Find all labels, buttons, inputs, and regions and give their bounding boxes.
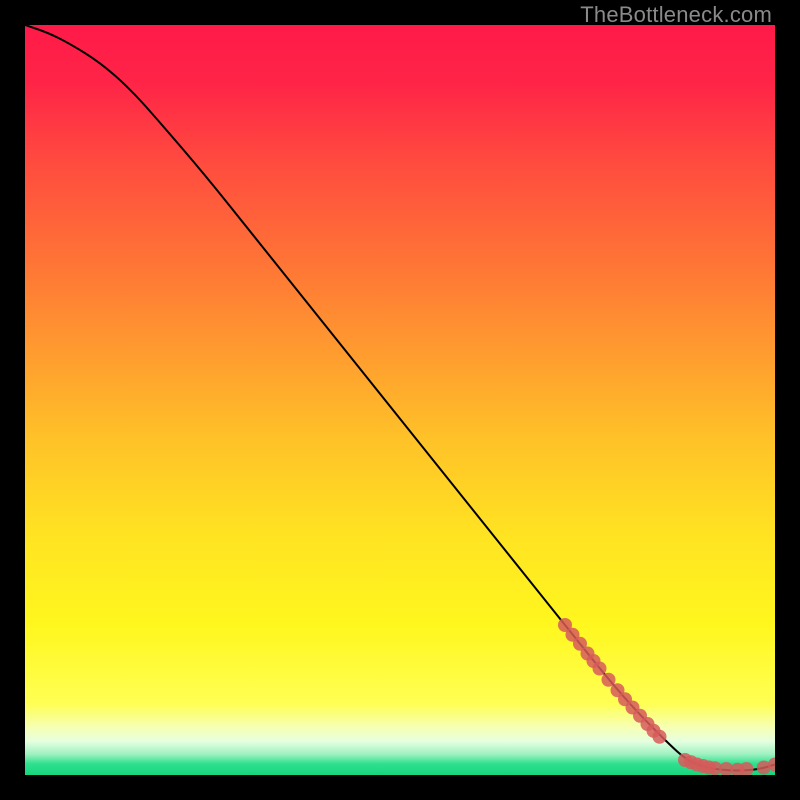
chart-frame [25,25,775,775]
chart-svg [25,25,775,775]
data-point [593,662,607,676]
watermark-text: TheBottleneck.com [580,2,772,28]
heat-background [25,25,775,775]
data-point [653,730,667,744]
